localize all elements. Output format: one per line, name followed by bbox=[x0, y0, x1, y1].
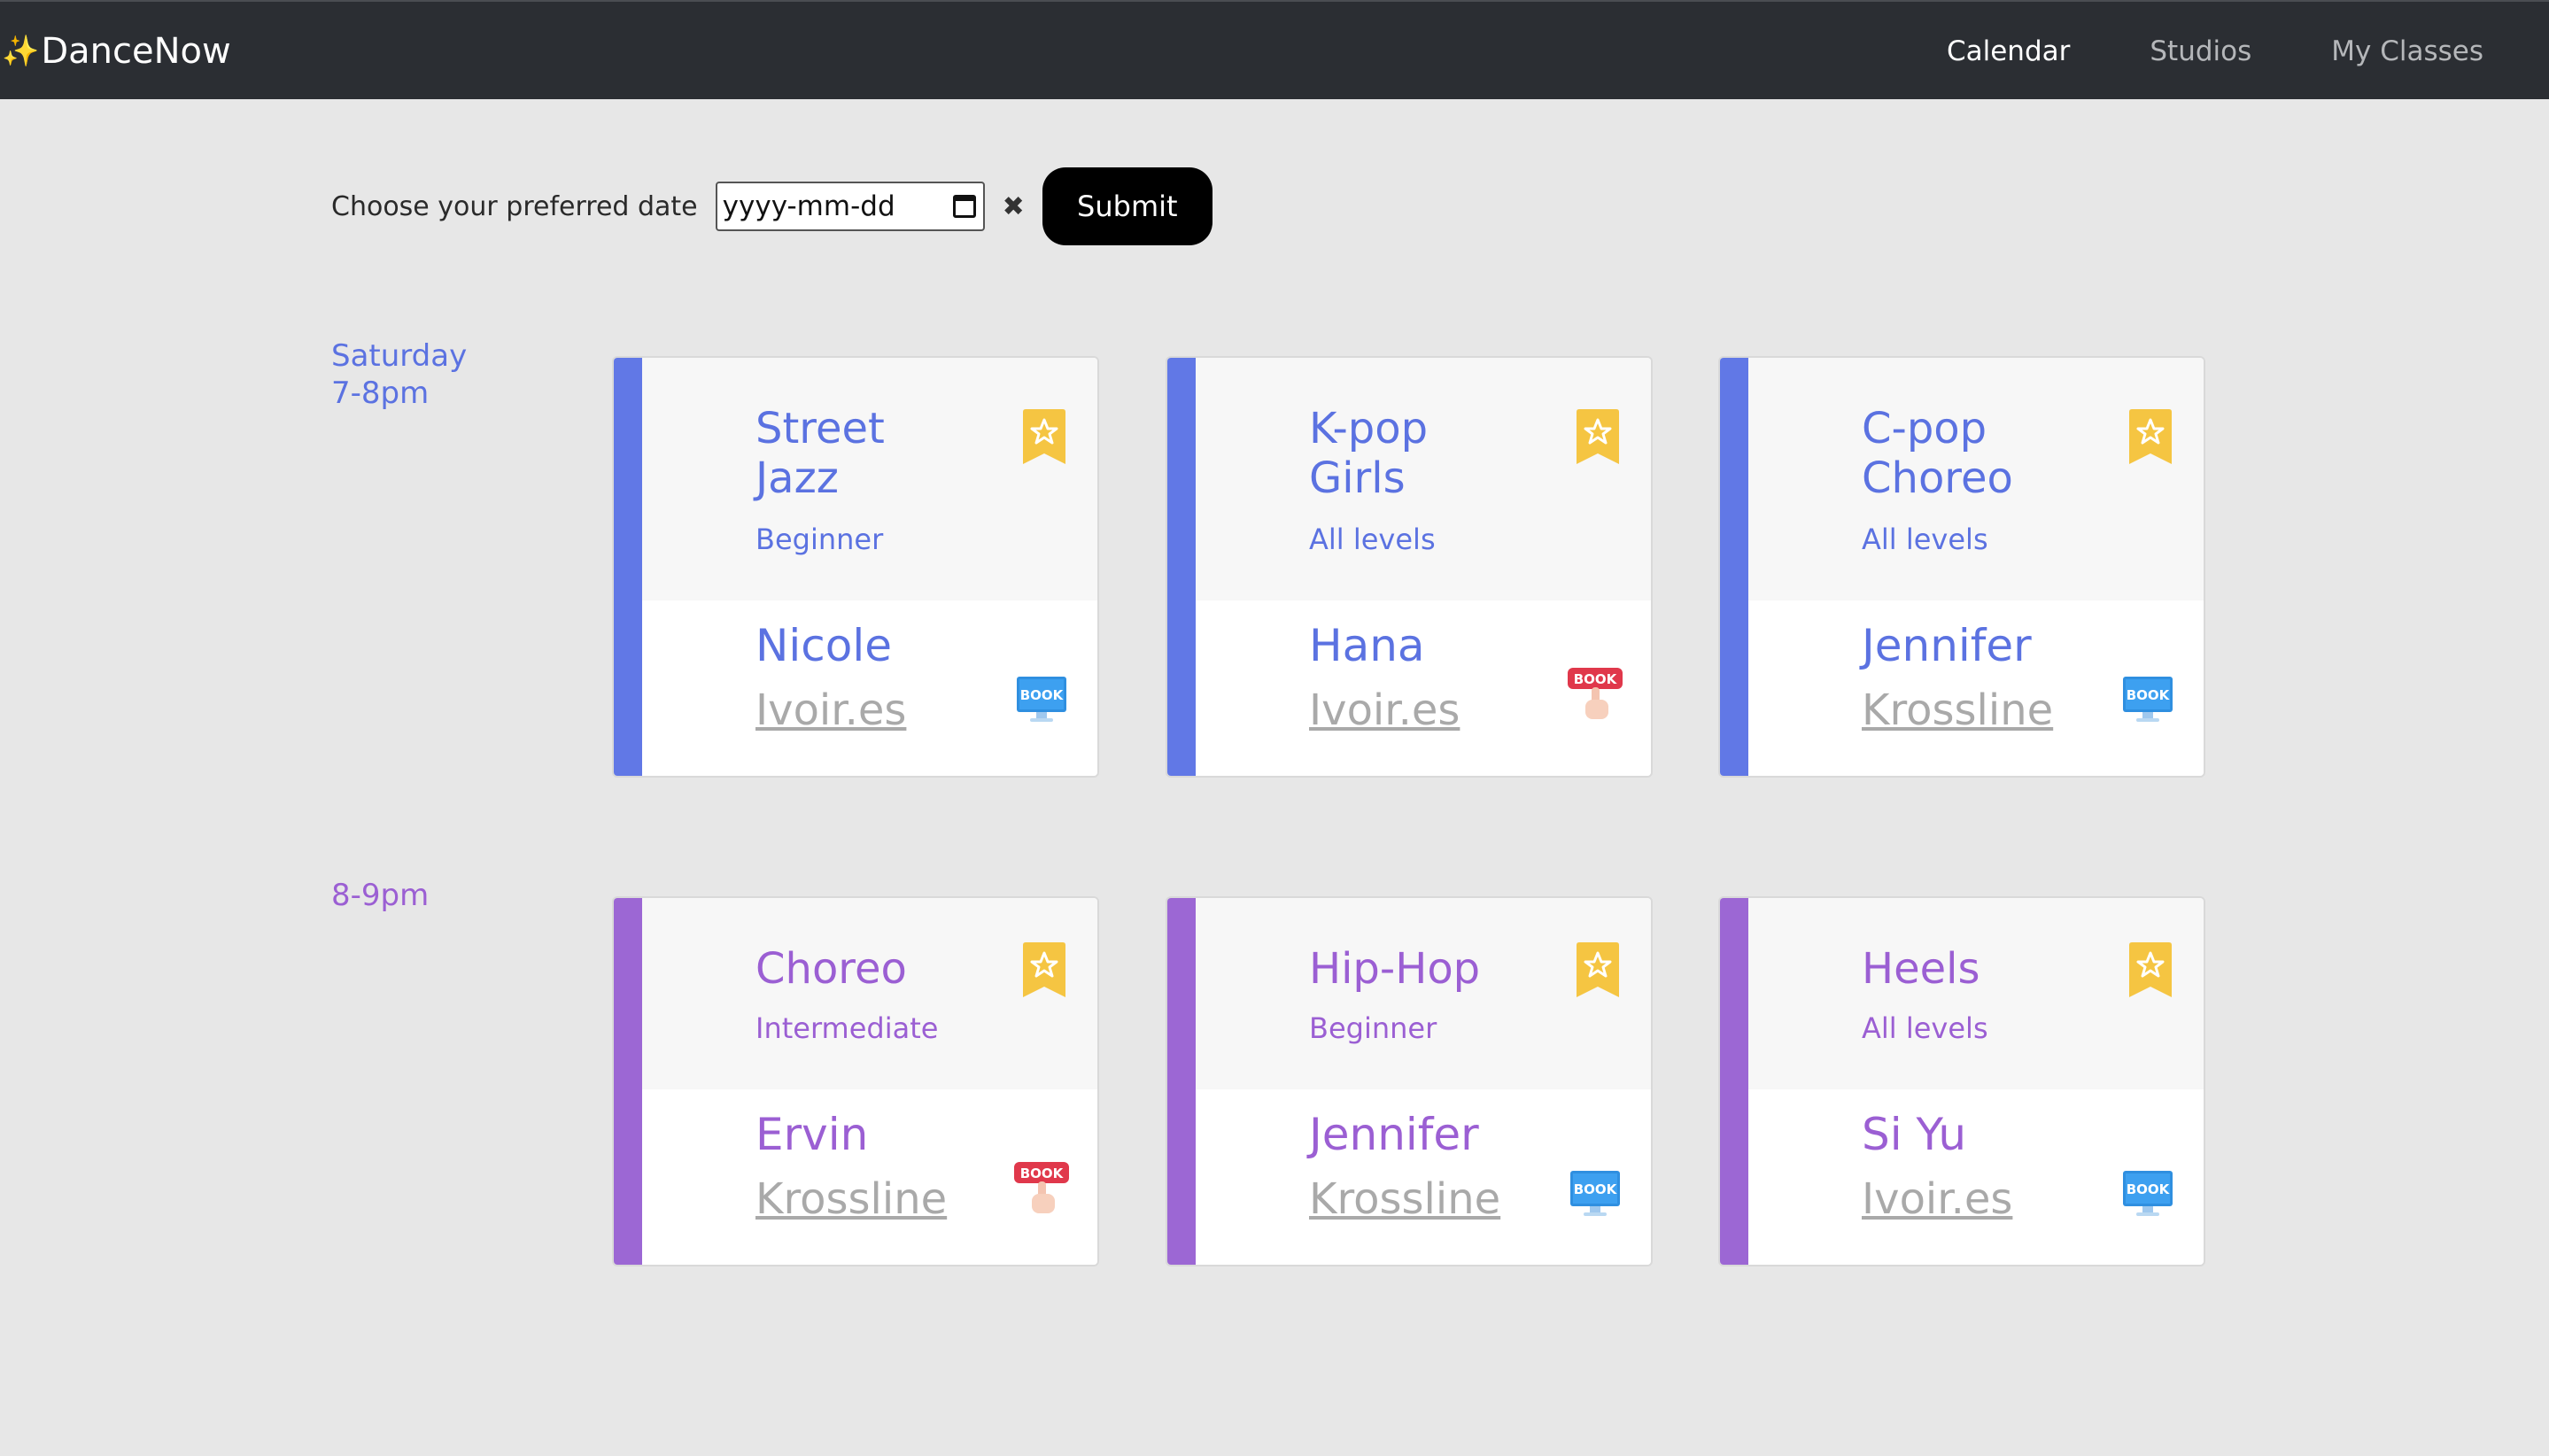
class-title: C-pop Choreo bbox=[1862, 404, 2013, 503]
slot-time: 7-8pm bbox=[331, 376, 430, 411]
class-level: Beginner bbox=[755, 523, 884, 556]
card-stripe bbox=[1167, 358, 1196, 776]
card-stripe bbox=[1720, 898, 1748, 1265]
date-filter-label: Choose your preferred date bbox=[331, 190, 698, 222]
teacher-name: Ervin bbox=[755, 1109, 869, 1160]
class-title-line: C-pop bbox=[1862, 404, 1987, 453]
teacher-name: Si Yu bbox=[1862, 1109, 1967, 1160]
teacher-name: Nicole bbox=[755, 620, 893, 671]
book-badge-text: BOOK bbox=[1020, 1166, 1065, 1181]
teacher-name: Hana bbox=[1309, 620, 1425, 671]
date-input-placeholder: yyyy-mm-dd bbox=[722, 190, 895, 222]
class-title-line: Girls bbox=[1309, 453, 1406, 503]
clear-date-icon[interactable]: ✖ bbox=[1003, 191, 1025, 222]
class-level: Beginner bbox=[1309, 1011, 1437, 1045]
class-card[interactable]: C-pop Choreo All levels Jennifer Krossli… bbox=[1718, 356, 2205, 778]
class-title-line: Heels bbox=[1862, 944, 1980, 994]
studio-link[interactable]: Krossline bbox=[1862, 685, 2053, 735]
card-stripe bbox=[614, 898, 642, 1265]
nav-links: Calendar Studios My Classes bbox=[1947, 34, 2483, 69]
studio-link[interactable]: Krossline bbox=[1309, 1174, 1500, 1224]
sparkle-icon: ✨ bbox=[2, 34, 40, 69]
nav-link-calendar[interactable]: Calendar bbox=[1947, 34, 2070, 69]
book-badge-text: BOOK bbox=[1020, 687, 1065, 703]
class-title-line: Hip-Hop bbox=[1309, 944, 1481, 994]
class-title-line: Choreo bbox=[755, 944, 907, 994]
studio-link[interactable]: Krossline bbox=[755, 1174, 947, 1224]
favorite-bookmark-icon[interactable] bbox=[2129, 409, 2172, 464]
card-header: C-pop Choreo All levels bbox=[1748, 358, 2204, 600]
slot-label-saturday-7-8pm: Saturday 7-8pm bbox=[331, 337, 467, 412]
card-stripe bbox=[614, 358, 642, 776]
card-stripe bbox=[1167, 898, 1196, 1265]
book-monitor-icon[interactable]: BOOK bbox=[1014, 671, 1069, 726]
class-title-line: Street bbox=[755, 404, 885, 453]
class-card[interactable]: Choreo Intermediate Ervin Krossline BOOK bbox=[612, 896, 1099, 1266]
class-title: K-pop Girls bbox=[1309, 404, 1428, 503]
nav-link-my-classes[interactable]: My Classes bbox=[2331, 34, 2483, 69]
slot-day: Saturday bbox=[331, 338, 468, 374]
class-title: Choreo bbox=[755, 944, 907, 994]
class-card[interactable]: Street Jazz Beginner Nicole Ivoir.es BOO… bbox=[612, 356, 1099, 778]
teacher-name: Jennifer bbox=[1862, 620, 2032, 671]
class-level: All levels bbox=[1309, 523, 1436, 556]
card-footer: Si Yu Ivoir.es BOOK bbox=[1748, 1089, 2204, 1265]
card-header: Choreo Intermediate bbox=[642, 898, 1097, 1091]
class-card[interactable]: Heels All levels Si Yu Ivoir.es BOOK bbox=[1718, 896, 2205, 1266]
class-card[interactable]: K-pop Girls All levels Hana Ivoir.es BOO… bbox=[1166, 356, 1653, 778]
favorite-bookmark-icon[interactable] bbox=[1023, 942, 1065, 997]
card-footer: Jennifer Krossline BOOK bbox=[1748, 600, 2204, 776]
book-monitor-icon[interactable]: BOOK bbox=[2120, 1166, 2175, 1220]
book-hand-icon[interactable]: BOOK bbox=[1014, 1160, 1069, 1215]
book-badge-text: BOOK bbox=[1574, 671, 1618, 687]
book-badge-text: BOOK bbox=[1574, 1181, 1618, 1197]
class-title: Street Jazz bbox=[755, 404, 885, 503]
nav-link-studios[interactable]: Studios bbox=[2150, 34, 2251, 69]
class-card[interactable]: Hip-Hop Beginner Jennifer Krossline BOOK bbox=[1166, 896, 1653, 1266]
date-input[interactable]: yyyy-mm-dd bbox=[715, 182, 985, 231]
studio-link[interactable]: Ivoir.es bbox=[1862, 1174, 2012, 1224]
class-level: All levels bbox=[1862, 1011, 1988, 1045]
card-header: Street Jazz Beginner bbox=[642, 358, 1097, 600]
card-footer: Ervin Krossline BOOK bbox=[642, 1089, 1097, 1265]
favorite-bookmark-icon[interactable] bbox=[1577, 409, 1619, 464]
book-hand-icon[interactable]: BOOK bbox=[1568, 666, 1623, 721]
card-header: K-pop Girls All levels bbox=[1196, 358, 1651, 600]
calendar-icon[interactable] bbox=[952, 195, 976, 218]
brand-name: DanceNow bbox=[41, 31, 231, 72]
card-header: Heels All levels bbox=[1748, 898, 2204, 1091]
class-title: Hip-Hop bbox=[1309, 944, 1480, 994]
slot-time: 8-9pm bbox=[331, 878, 430, 913]
studio-link[interactable]: Ivoir.es bbox=[755, 685, 906, 735]
class-level: All levels bbox=[1862, 523, 1988, 556]
studio-link[interactable]: Ivoir.es bbox=[1309, 685, 1460, 735]
submit-button[interactable]: Submit bbox=[1042, 167, 1213, 245]
card-stripe bbox=[1720, 358, 1748, 776]
brand-logo[interactable]: ✨ DanceNow bbox=[2, 30, 231, 73]
slot-label-8-9pm: 8-9pm bbox=[331, 877, 429, 914]
class-title-line: K-pop bbox=[1309, 404, 1429, 453]
card-footer: Hana Ivoir.es BOOK bbox=[1196, 600, 1651, 776]
favorite-bookmark-icon[interactable] bbox=[1577, 942, 1619, 997]
favorite-bookmark-icon[interactable] bbox=[2129, 942, 2172, 997]
teacher-name: Jennifer bbox=[1309, 1109, 1479, 1160]
favorite-bookmark-icon[interactable] bbox=[1023, 409, 1065, 464]
card-header: Hip-Hop Beginner bbox=[1196, 898, 1651, 1091]
book-badge-text: BOOK bbox=[2127, 1181, 2171, 1197]
card-footer: Jennifer Krossline BOOK bbox=[1196, 1089, 1651, 1265]
date-filter: Choose your preferred date yyyy-mm-dd ✖ … bbox=[331, 167, 1213, 245]
class-title: Heels bbox=[1862, 944, 1980, 994]
class-title-line: Choreo bbox=[1862, 453, 2013, 503]
card-footer: Nicole Ivoir.es BOOK bbox=[642, 600, 1097, 776]
class-level: Intermediate bbox=[755, 1011, 939, 1045]
navbar: ✨ DanceNow Calendar Studios My Classes bbox=[0, 0, 2549, 99]
book-badge-text: BOOK bbox=[2127, 687, 2171, 703]
class-title-line: Jazz bbox=[755, 453, 839, 503]
book-monitor-icon[interactable]: BOOK bbox=[1568, 1166, 1623, 1220]
book-monitor-icon[interactable]: BOOK bbox=[2120, 671, 2175, 726]
